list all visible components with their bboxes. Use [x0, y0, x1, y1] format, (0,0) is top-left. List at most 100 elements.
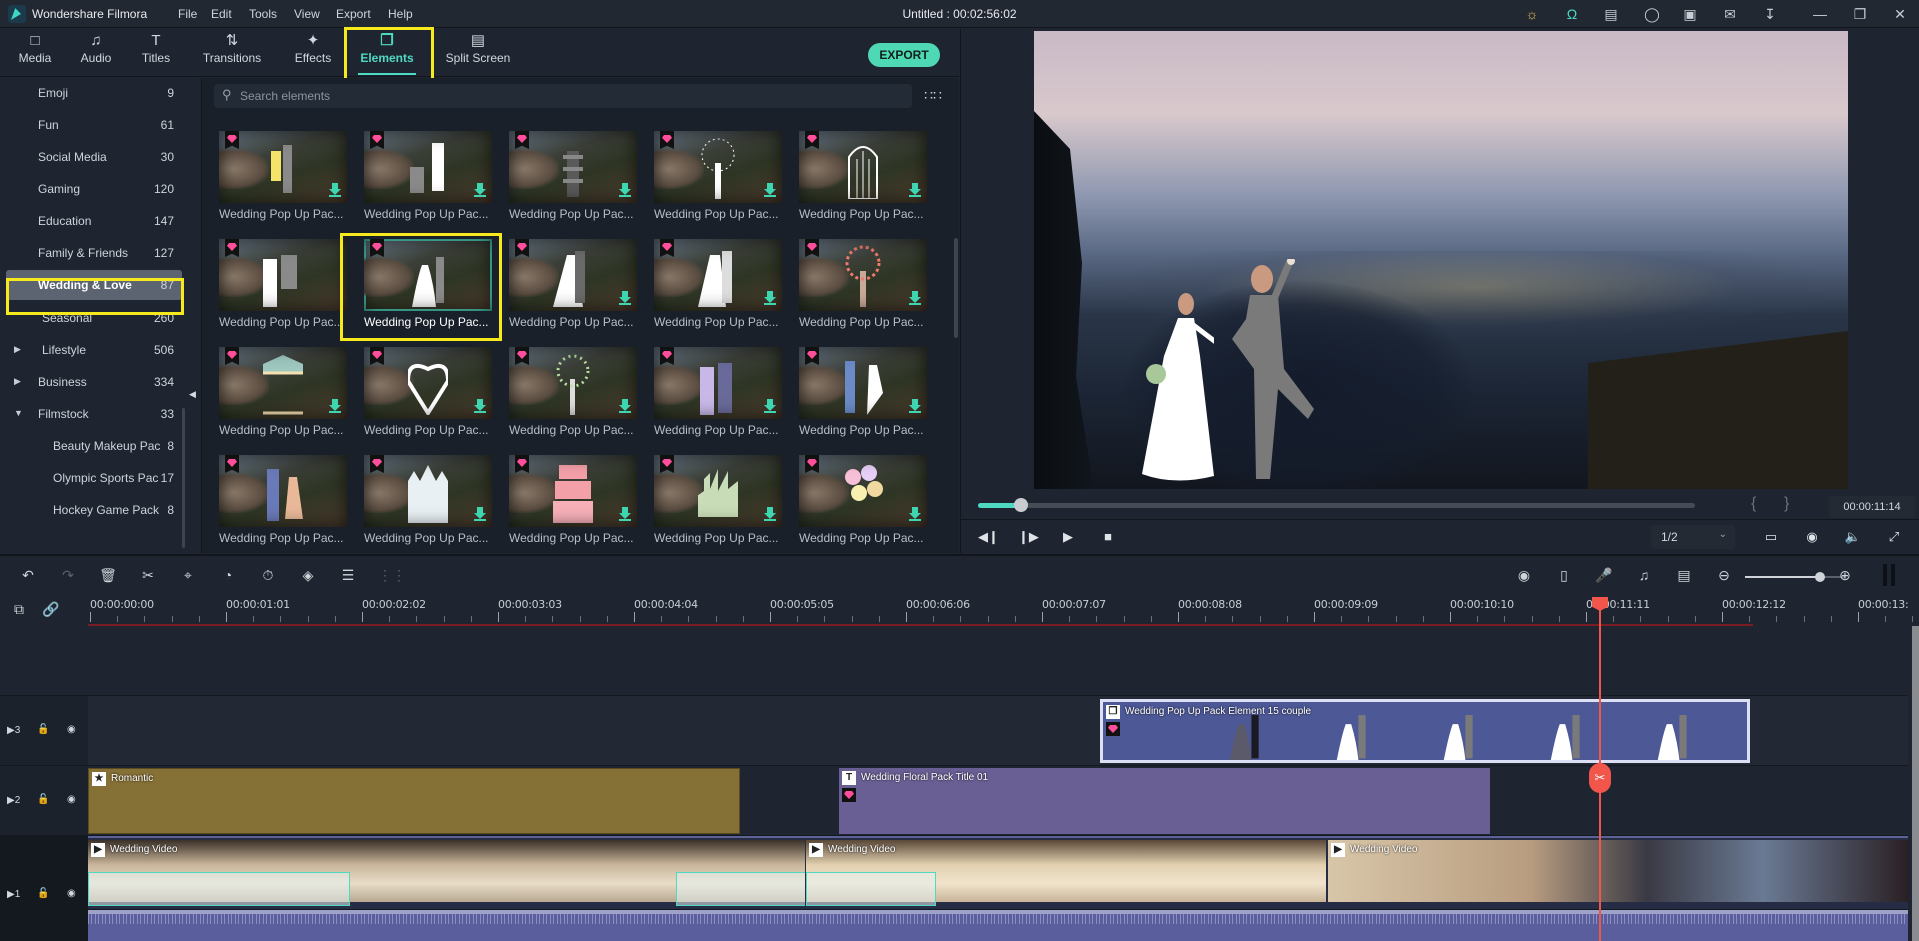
download-icon[interactable]: [329, 399, 341, 413]
bride-element[interactable]: [1134, 286, 1214, 486]
export-button[interactable]: EXPORT: [868, 43, 940, 67]
element-tile[interactable]: Wedding Pop Up Pac...: [799, 347, 927, 443]
element-tile[interactable]: Wedding Pop Up Pac...: [364, 455, 492, 551]
groom-element[interactable]: [1224, 259, 1334, 484]
fullscreen-icon[interactable]: ⤢: [1884, 527, 1904, 547]
element-tile[interactable]: Wedding Pop Up Pac...: [364, 131, 492, 227]
restore-icon[interactable]: ❐: [1850, 4, 1870, 24]
video-clip[interactable]: ▶ Wedding Video: [1328, 840, 1908, 906]
menu-export[interactable]: Export: [336, 7, 371, 21]
element-tile[interactable]: Wedding Pop Up Pac...: [219, 347, 347, 443]
element-tile[interactable]: Wedding Pop Up Pac...: [219, 239, 347, 335]
volume-icon[interactable]: 🔈: [1843, 527, 1863, 547]
display-settings-icon[interactable]: ▭: [1761, 527, 1781, 547]
redo-icon[interactable]: ↷: [58, 565, 78, 585]
sidebar-scrollbar[interactable]: [182, 408, 185, 548]
sidebar-item-family-friends[interactable]: Family & Friends 127: [6, 238, 182, 268]
zoom-in-icon[interactable]: ⊕: [1835, 565, 1855, 585]
download-icon[interactable]: [619, 399, 631, 413]
tab-media[interactable]: □ Media: [10, 29, 60, 77]
sidebar-item-beauty-makeup-pac[interactable]: Beauty Makeup Pac 8: [6, 431, 182, 461]
download-icon[interactable]: [909, 507, 921, 521]
tab-elements[interactable]: ❐ Elements: [350, 29, 424, 77]
snap-icon[interactable]: ▤: [1674, 565, 1694, 585]
tab-effects[interactable]: ✦ Effects: [286, 29, 340, 77]
mark-in-button[interactable]: {: [1751, 495, 1756, 513]
add-track-icon[interactable]: ⧉: [9, 599, 29, 619]
timeline-zoom-slider[interactable]: [1745, 572, 1845, 582]
microphone-icon[interactable]: 🎤: [1594, 565, 1614, 585]
element-tile[interactable]: Wedding Pop Up Pac...: [654, 239, 782, 335]
elements-scrollbar[interactable]: [954, 238, 958, 338]
menu-view[interactable]: View: [294, 7, 320, 21]
download-icon[interactable]: [909, 183, 921, 197]
download-icon[interactable]: [909, 399, 921, 413]
element-tile[interactable]: Wedding Pop Up Pac...: [509, 347, 637, 443]
audio-wave-icon[interactable]: ⋮⋮: [378, 565, 406, 585]
sidebar-item-wedding-love[interactable]: Wedding & Love 87: [6, 270, 182, 300]
progress-handle[interactable]: [1014, 498, 1029, 512]
menu-file[interactable]: File: [178, 7, 197, 21]
split-scissors-icon[interactable]: ✂: [1589, 763, 1611, 793]
marker-icon[interactable]: ▯: [1554, 565, 1574, 585]
audio-waveform[interactable]: [88, 910, 1908, 941]
render-icon[interactable]: ◉: [1514, 565, 1534, 585]
sidebar-item-olympic-sports-pac[interactable]: Olympic Sports Pac 17: [6, 463, 182, 493]
crop-icon[interactable]: ⌖: [178, 565, 198, 585]
title-clip[interactable]: T Wedding Floral Pack Title 01: [839, 768, 1490, 834]
gift-icon[interactable]: ▤: [1601, 4, 1621, 24]
element-tile[interactable]: Wedding Pop Up Pac...: [799, 131, 927, 227]
sidebar-item-social-media[interactable]: Social Media 30: [6, 142, 182, 172]
visibility-icon[interactable]: ◉: [67, 724, 76, 735]
collapse-sidebar-icon[interactable]: ◀: [189, 389, 196, 400]
transition-overlay[interactable]: [676, 872, 805, 906]
speed-icon[interactable]: ◔: [218, 565, 238, 585]
element-tile[interactable]: Wedding Pop Up Pac...: [509, 455, 637, 551]
visibility-icon[interactable]: ◉: [67, 794, 76, 805]
sidebar-item-fun[interactable]: Fun 61: [6, 110, 182, 140]
stop-icon[interactable]: ■: [1098, 527, 1118, 547]
caret-down-icon[interactable]: ▼: [14, 408, 23, 418]
timeline-scrollbar[interactable]: [1912, 626, 1919, 941]
element-tile[interactable]: Wedding Pop Up Pac...: [364, 239, 492, 335]
audio-mixer-icon[interactable]: ♫: [1634, 565, 1654, 585]
download-icon[interactable]: [764, 291, 776, 305]
download-icon[interactable]: [619, 183, 631, 197]
visibility-icon[interactable]: ◉: [67, 888, 76, 899]
undo-icon[interactable]: ↶: [18, 565, 38, 585]
element-tile[interactable]: Wedding Pop Up Pac...: [799, 239, 927, 335]
download-icon[interactable]: [909, 291, 921, 305]
tab-audio[interactable]: ♫ Audio: [70, 29, 122, 77]
download-icon[interactable]: [764, 507, 776, 521]
element-tile[interactable]: Wedding Pop Up Pac...: [219, 131, 347, 227]
video-clip[interactable]: ▶ Wedding Video: [88, 840, 805, 906]
preview-viewport[interactable]: [1034, 31, 1848, 489]
video-clip[interactable]: ▶ Wedding Video: [806, 840, 1326, 906]
lock-icon[interactable]: 🔓: [37, 888, 49, 899]
sidebar-item-gaming[interactable]: Gaming 120: [6, 174, 182, 204]
play-icon[interactable]: ▶: [1058, 527, 1078, 547]
transition-overlay[interactable]: [806, 872, 936, 906]
download-icon[interactable]: [329, 183, 341, 197]
download-icon[interactable]: [474, 399, 486, 413]
lightbulb-icon[interactable]: ☼: [1522, 4, 1542, 24]
menu-edit[interactable]: Edit: [211, 7, 232, 21]
next-frame-icon[interactable]: ❙▶: [1018, 527, 1039, 547]
element-tile[interactable]: Wedding Pop Up Pac...: [219, 455, 347, 551]
caret-right-icon[interactable]: ▶: [14, 376, 21, 387]
element-tile[interactable]: Wedding Pop Up Pac...: [799, 455, 927, 551]
headset-icon[interactable]: Ω: [1562, 4, 1582, 24]
playback-quality-select[interactable]: 1/2 ⌄: [1651, 525, 1735, 549]
link-icon[interactable]: 🔗: [41, 599, 61, 619]
element-tile[interactable]: Wedding Pop Up Pac...: [509, 131, 637, 227]
playback-progress[interactable]: [978, 498, 1695, 512]
mail-icon[interactable]: ✉: [1720, 4, 1740, 24]
sidebar-item-lifestyle[interactable]: ▶ Lifestyle 506: [6, 335, 182, 365]
download-icon[interactable]: [764, 399, 776, 413]
duration-icon[interactable]: ⏱: [258, 565, 278, 585]
menu-help[interactable]: Help: [388, 7, 413, 21]
download-icon[interactable]: ↧: [1760, 4, 1780, 24]
zoom-handle[interactable]: [1815, 572, 1825, 582]
download-icon[interactable]: [764, 183, 776, 197]
element-tile[interactable]: Wedding Pop Up Pac...: [654, 347, 782, 443]
